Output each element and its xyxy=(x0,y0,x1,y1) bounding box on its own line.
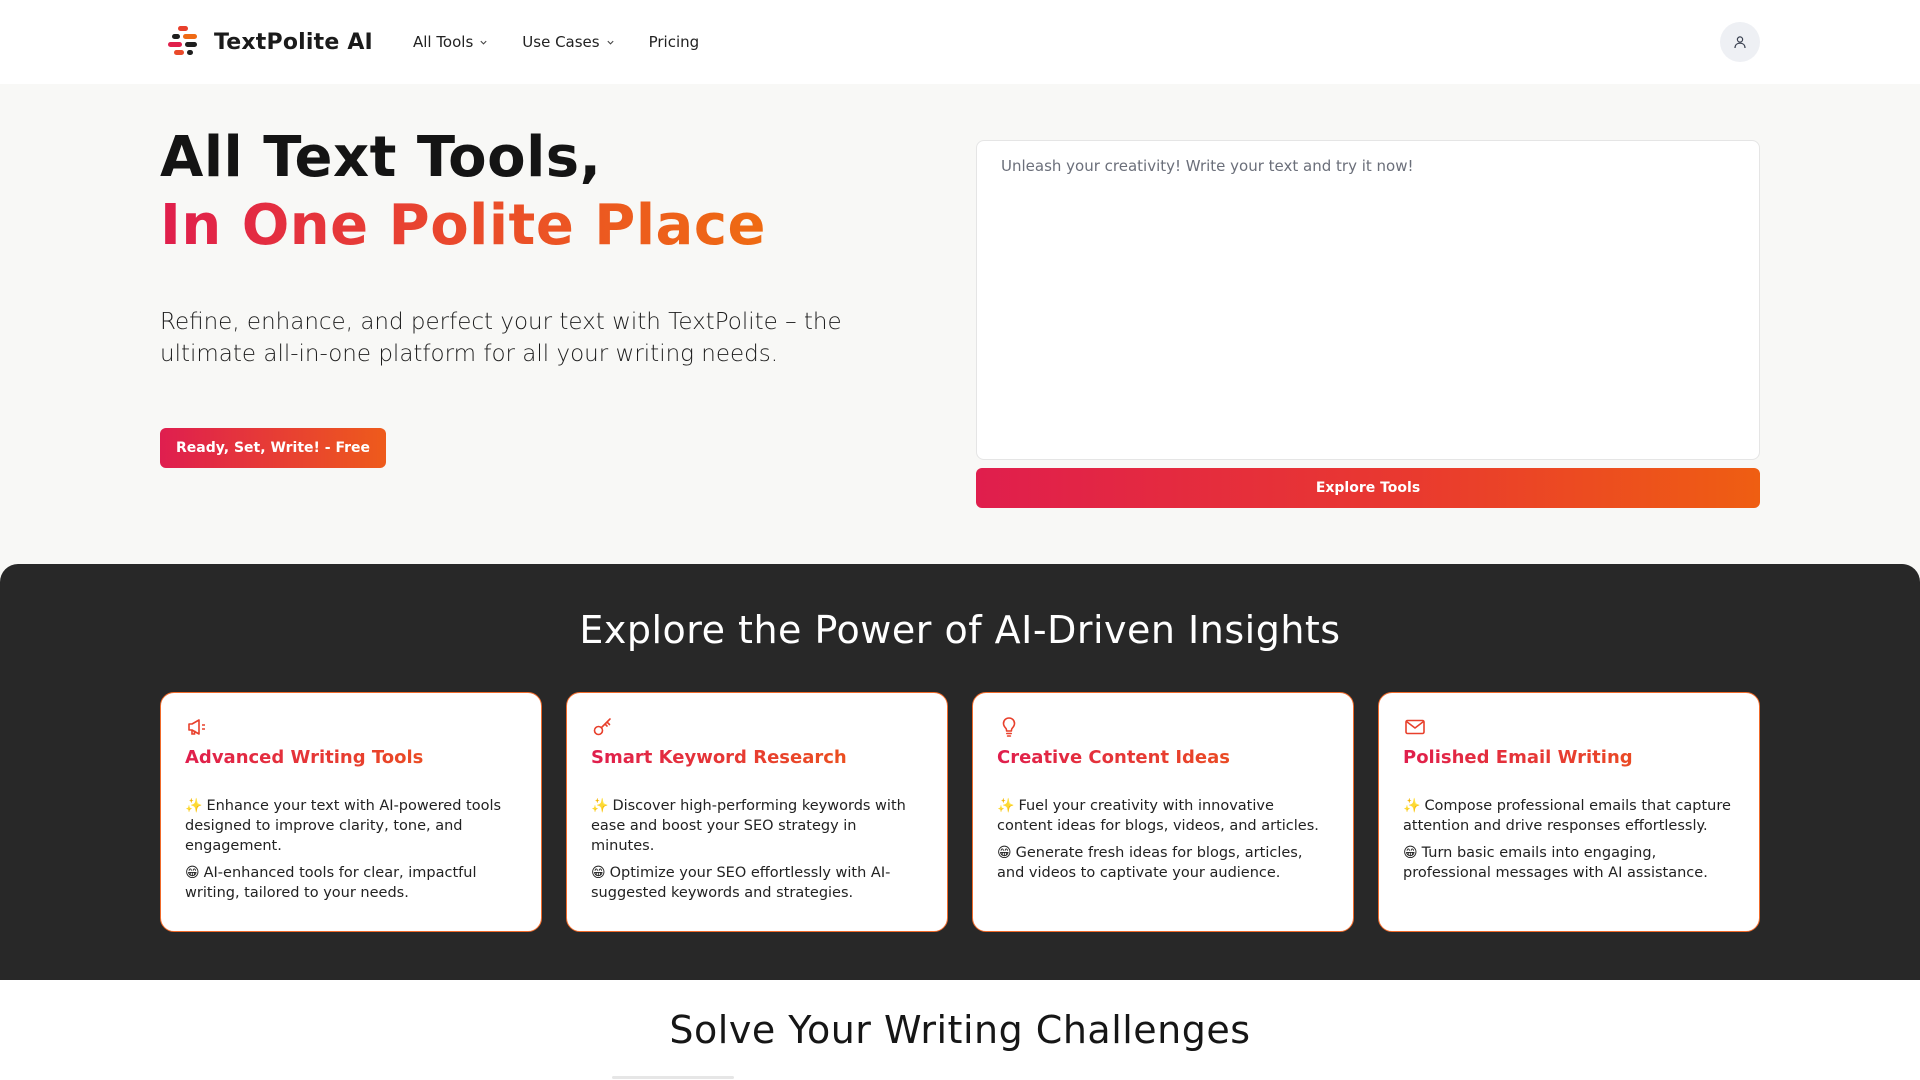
card-title: Creative Content Ideas xyxy=(997,747,1329,768)
card-title: Advanced Writing Tools xyxy=(185,747,517,768)
card-point: ✨ Enhance your text with AI-powered tools… xyxy=(185,796,517,856)
sparkles-icon: ✨ xyxy=(1403,798,1421,814)
card-point: ✨ Compose professional emails that captur… xyxy=(1403,796,1735,836)
card-title: Smart Keyword Research xyxy=(591,747,923,768)
card-point-text: Optimize your SEO effortlessly with AI-s… xyxy=(591,865,891,901)
user-icon xyxy=(1734,36,1746,49)
account-button[interactable] xyxy=(1720,22,1760,62)
insights-title: Explore the Power of AI-Driven Insights xyxy=(579,608,1341,652)
feature-card-keyword-research[interactable]: Smart Keyword Research ✨ Discover high-pe… xyxy=(566,692,948,932)
chevron-down-icon xyxy=(607,40,614,45)
feature-card-email-writing[interactable]: Polished Email Writing ✨ Compose professi… xyxy=(1378,692,1760,932)
brand-name: TextPolite AI xyxy=(214,29,373,55)
challenge-tab-indicator xyxy=(612,1076,734,1079)
nav-item-use-cases[interactable]: Use Cases xyxy=(522,33,614,51)
nav-links: All Tools Use Cases Pricing xyxy=(413,33,699,51)
grin-icon: 😁 xyxy=(591,865,606,881)
card-point-text: Fuel your creativity with innovative con… xyxy=(997,798,1319,834)
nav-item-label: Pricing xyxy=(648,33,700,51)
lightbulb-icon xyxy=(1002,717,1016,737)
feature-card-writing-tools[interactable]: Advanced Writing Tools ✨ Enhance your tex… xyxy=(160,692,542,932)
insights-section: Explore the Power of AI-Driven Insights … xyxy=(0,564,1920,980)
card-point: 😁 Optimize your SEO effortlessly with AI-… xyxy=(591,863,923,903)
card-point: 😁 AI-enhanced tools for clear, impactful … xyxy=(185,863,517,903)
hero-title-line2: In One Polite Place xyxy=(160,193,767,258)
hero-title: All Text Tools, In One Polite Place xyxy=(160,124,766,260)
sparkles-icon: ✨ xyxy=(591,798,609,814)
sparkles-icon: ✨ xyxy=(997,798,1015,814)
card-points: ✨ Compose professional emails that captur… xyxy=(1403,796,1735,883)
grin-icon: 😁 xyxy=(185,865,200,881)
logo-mark-icon xyxy=(168,26,197,55)
sparkles-icon: ✨ xyxy=(185,798,203,814)
card-points: ✨ Fuel your creativity with innovative co… xyxy=(997,796,1329,883)
megaphone-icon xyxy=(188,719,205,735)
hero-title-line1: All Text Tools, xyxy=(160,125,602,190)
chevron-down-icon xyxy=(480,40,487,45)
text-editor-input[interactable] xyxy=(976,140,1760,460)
card-point-text: Compose professional emails that capture… xyxy=(1403,798,1731,834)
card-point-text: AI-enhanced tools for clear, impactful w… xyxy=(185,865,477,901)
card-point-text: Enhance your text with AI-powered tools … xyxy=(185,798,502,854)
nav-item-label: Use Cases xyxy=(522,33,600,51)
card-point: ✨ Fuel your creativity with innovative co… xyxy=(997,796,1329,836)
hero-subtitle: Refine, enhance, and perfect your text w… xyxy=(160,309,842,367)
card-point-text: Generate fresh ideas for blogs, articles… xyxy=(997,845,1303,881)
card-point: 😁 Generate fresh ideas for blogs, article… xyxy=(997,843,1329,883)
card-points: ✨ Enhance your text with AI-powered tools… xyxy=(185,796,517,903)
start-writing-button[interactable]: Ready, Set, Write! - Free xyxy=(160,428,387,468)
card-title: Polished Email Writing xyxy=(1403,747,1735,768)
card-point-text: Turn basic emails into engaging, profess… xyxy=(1403,845,1708,881)
nav-item-all-tools[interactable]: All Tools xyxy=(413,33,488,51)
mail-icon xyxy=(1405,719,1425,735)
challenges-title: Solve Your Writing Challenges xyxy=(669,1008,1251,1052)
key-icon xyxy=(593,718,611,736)
nav-item-pricing[interactable]: Pricing xyxy=(649,33,700,51)
card-point: ✨ Discover high-performing keywords with … xyxy=(591,796,923,856)
insights-cards: Advanced Writing Tools ✨ Enhance your tex… xyxy=(160,692,1760,932)
feature-card-content-ideas[interactable]: Creative Content Ideas ✨ Fuel your creati… xyxy=(972,692,1354,932)
explore-tools-button[interactable]: Explore Tools xyxy=(976,468,1760,508)
card-point: 😁 Turn basic emails into engaging, profes… xyxy=(1403,843,1735,883)
top-navbar: TextPolite AI All Tools Use Cases Pricin… xyxy=(0,0,1920,84)
brand-logo[interactable]: TextPolite AI xyxy=(166,23,373,61)
card-points: ✨ Discover high-performing keywords with … xyxy=(591,796,923,903)
nav-item-label: All Tools xyxy=(412,33,474,51)
grin-icon: 😁 xyxy=(1403,845,1418,861)
card-point-text: Discover high-performing keywords with e… xyxy=(591,798,906,854)
grin-icon: 😁 xyxy=(997,845,1012,861)
